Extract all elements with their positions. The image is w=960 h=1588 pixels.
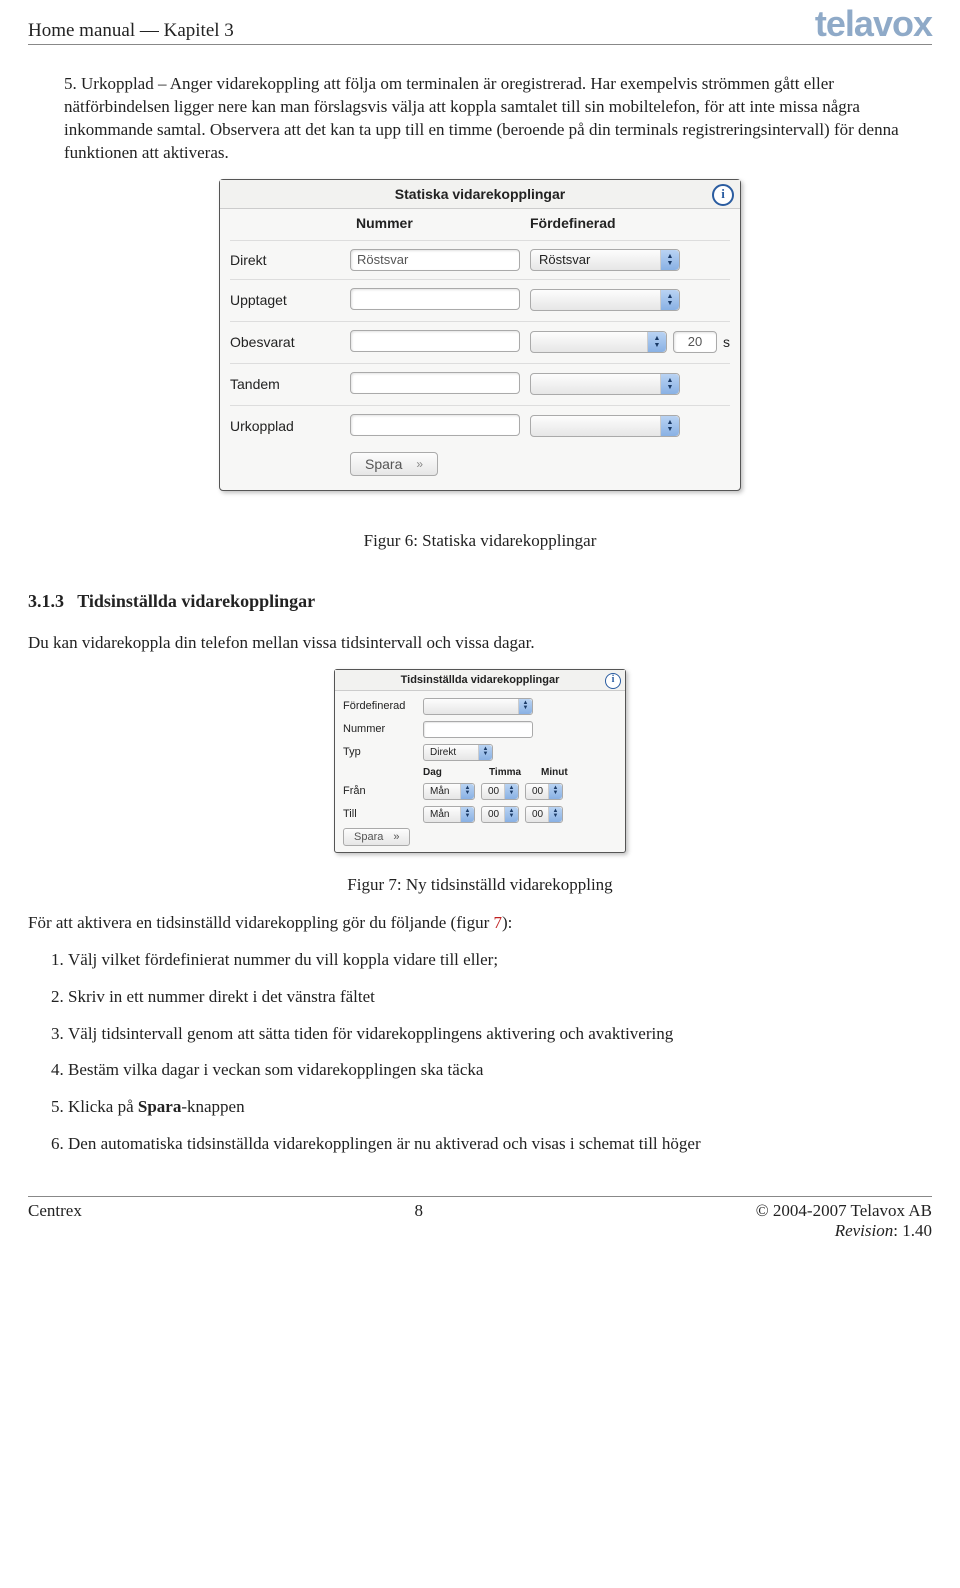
steps-intro: För att aktivera en tidsinställd vidarek… [28,912,932,935]
updown-icon: ▲▼ [647,332,666,352]
steps-list: Välj vilket fördefinierat nummer du vill… [28,949,932,1157]
section-intro: Du kan vidarekoppla din telefon mellan v… [28,632,932,655]
panel-title-text: Statiska vidarekopplingar [395,186,565,202]
footer-page: 8 [415,1201,424,1221]
row-label: Upptaget [230,292,350,308]
hour-select[interactable]: 00▲▼ [481,783,519,800]
row-tandem: Tandem ▲▼ [230,367,730,402]
fordefinerad-select[interactable]: ▲▼ [423,698,533,715]
page-header: Home manual — Kapitel 3 telavox [28,10,932,45]
row-label: Tandem [230,376,350,392]
nummer-input[interactable] [350,330,520,352]
updown-icon: ▲▼ [478,745,492,760]
updown-icon: ▲▼ [460,784,474,799]
col-dag: Dag [423,767,475,778]
intro-list: Urkopplad – Anger vidarekoppling att föl… [28,73,932,165]
nummer-input[interactable] [423,721,533,738]
chevron-right-icon: » [416,457,423,471]
updown-icon: ▲▼ [504,784,518,799]
column-headers: Nummer Fördefinerad [230,209,730,237]
header-title: Home manual — Kapitel 3 [28,20,234,42]
label-fran: Från [343,785,423,797]
step-item: Bestäm vilka dagar i veckan som vidareko… [68,1059,932,1082]
panel-title: Tidsinställda vidarekopplingar i [335,670,625,691]
col-fordefinerad: Fördefinerad [520,215,730,231]
step-item: Välj vilket fördefinierat nummer du vill… [68,949,932,972]
section-number: 3.1.3 [28,591,64,611]
intro-list-item: Urkopplad – Anger vidarekoppling att föl… [64,73,932,165]
hour-select[interactable]: 00▲▼ [481,806,519,823]
chevron-right-icon: » [393,831,399,843]
row-obesvarat: Obesvarat ▲▼ 20 s [230,325,730,360]
col-nummer: Nummer [350,215,520,231]
footer-revision-val: : 1.40 [893,1221,932,1240]
label-fordefinerad: Fördefinerad [343,700,423,712]
fordefinerad-select[interactable]: Röstsvar▲▼ [530,249,680,271]
row-label: Direkt [230,252,350,268]
panel-title: Statiska vidarekopplingar i [220,180,740,209]
typ-select[interactable]: Direkt▲▼ [423,744,493,761]
save-button[interactable]: Spara» [350,452,438,476]
section-title: Tidsinställda vidarekopplingar [77,591,315,611]
fordefinerad-select[interactable]: ▲▼ [530,373,680,395]
updown-icon: ▲▼ [460,807,474,822]
time-headers: Dag Timma Minut [343,764,617,780]
row-urkopplad: Urkopplad ▲▼ [230,409,730,444]
figure-6: Statiska vidarekopplingar i Nummer Förde… [28,179,932,491]
fordefinerad-select[interactable]: ▲▼ [530,415,680,437]
nummer-input[interactable]: Röstsvar [350,249,520,271]
row-direkt: Direkt Röstsvar Röstsvar▲▼ [230,244,730,276]
day-select[interactable]: Mån▲▼ [423,806,475,823]
row-label: Obesvarat [230,334,350,350]
minute-select[interactable]: 00▲▼ [525,783,563,800]
minute-select[interactable]: 00▲▼ [525,806,563,823]
section-heading: 3.1.3 Tidsinställda vidarekopplingar [28,591,932,612]
save-button[interactable]: Spara» [343,828,410,846]
label-till: Till [343,808,423,820]
panel-tidsinstallda: Tidsinställda vidarekopplingar i Fördefi… [334,669,626,853]
info-icon[interactable]: i [605,673,621,689]
label-nummer: Nummer [343,723,423,735]
row-fran: Från Mån▲▼ 00▲▼ 00▲▼ [343,780,617,803]
figure-ref-link[interactable]: 7 [494,913,503,932]
label-typ: Typ [343,746,423,758]
figure-6-caption: Figur 6: Statiska vidarekopplingar [28,531,932,551]
panel-statiska: Statiska vidarekopplingar i Nummer Förde… [219,179,741,491]
figure-7-caption: Figur 7: Ny tidsinställd vidarekoppling [28,875,932,895]
day-select[interactable]: Mån▲▼ [423,783,475,800]
row-label: Urkopplad [230,418,350,434]
step-item: Skriv in ett nummer direkt i det vänstra… [68,986,932,1009]
updown-icon: ▲▼ [660,374,679,394]
step-item: Klicka på Spara-knappen [68,1096,932,1119]
panel-title-text: Tidsinställda vidarekopplingar [401,674,560,686]
step-item: Den automatiska tidsinställda vidarekopp… [68,1133,932,1156]
updown-icon: ▲▼ [518,699,532,714]
updown-icon: ▲▼ [548,784,562,799]
row-till: Till Mån▲▼ 00▲▼ 00▲▼ [343,803,617,826]
step-item: Välj tidsintervall genom att sätta tiden… [68,1023,932,1046]
nummer-input[interactable] [350,414,520,436]
updown-icon: ▲▼ [660,290,679,310]
seconds-input[interactable]: 20 [673,331,717,353]
row-upptaget: Upptaget ▲▼ [230,283,730,318]
footer-copyright: © 2004-2007 Telavox AB [756,1201,932,1220]
nummer-input[interactable] [350,372,520,394]
page-footer: Centrex 8 © 2004-2007 Telavox AB Revisio… [28,1196,932,1241]
updown-icon: ▲▼ [504,807,518,822]
col-timma: Timma [489,767,527,778]
col-minut: Minut [541,767,579,778]
figure-7: Tidsinställda vidarekopplingar i Fördefi… [28,669,932,853]
fordefinerad-select[interactable]: ▲▼ [530,331,667,353]
nummer-input[interactable] [350,288,520,310]
seconds-unit: s [723,334,730,350]
fordefinerad-select[interactable]: ▲▼ [530,289,680,311]
updown-icon: ▲▼ [660,416,679,436]
brand-logo: telavox [815,10,932,39]
footer-left: Centrex [28,1201,82,1221]
footer-revision-label: Revision [835,1221,894,1240]
info-icon[interactable]: i [712,184,734,206]
updown-icon: ▲▼ [660,250,679,270]
updown-icon: ▲▼ [548,807,562,822]
